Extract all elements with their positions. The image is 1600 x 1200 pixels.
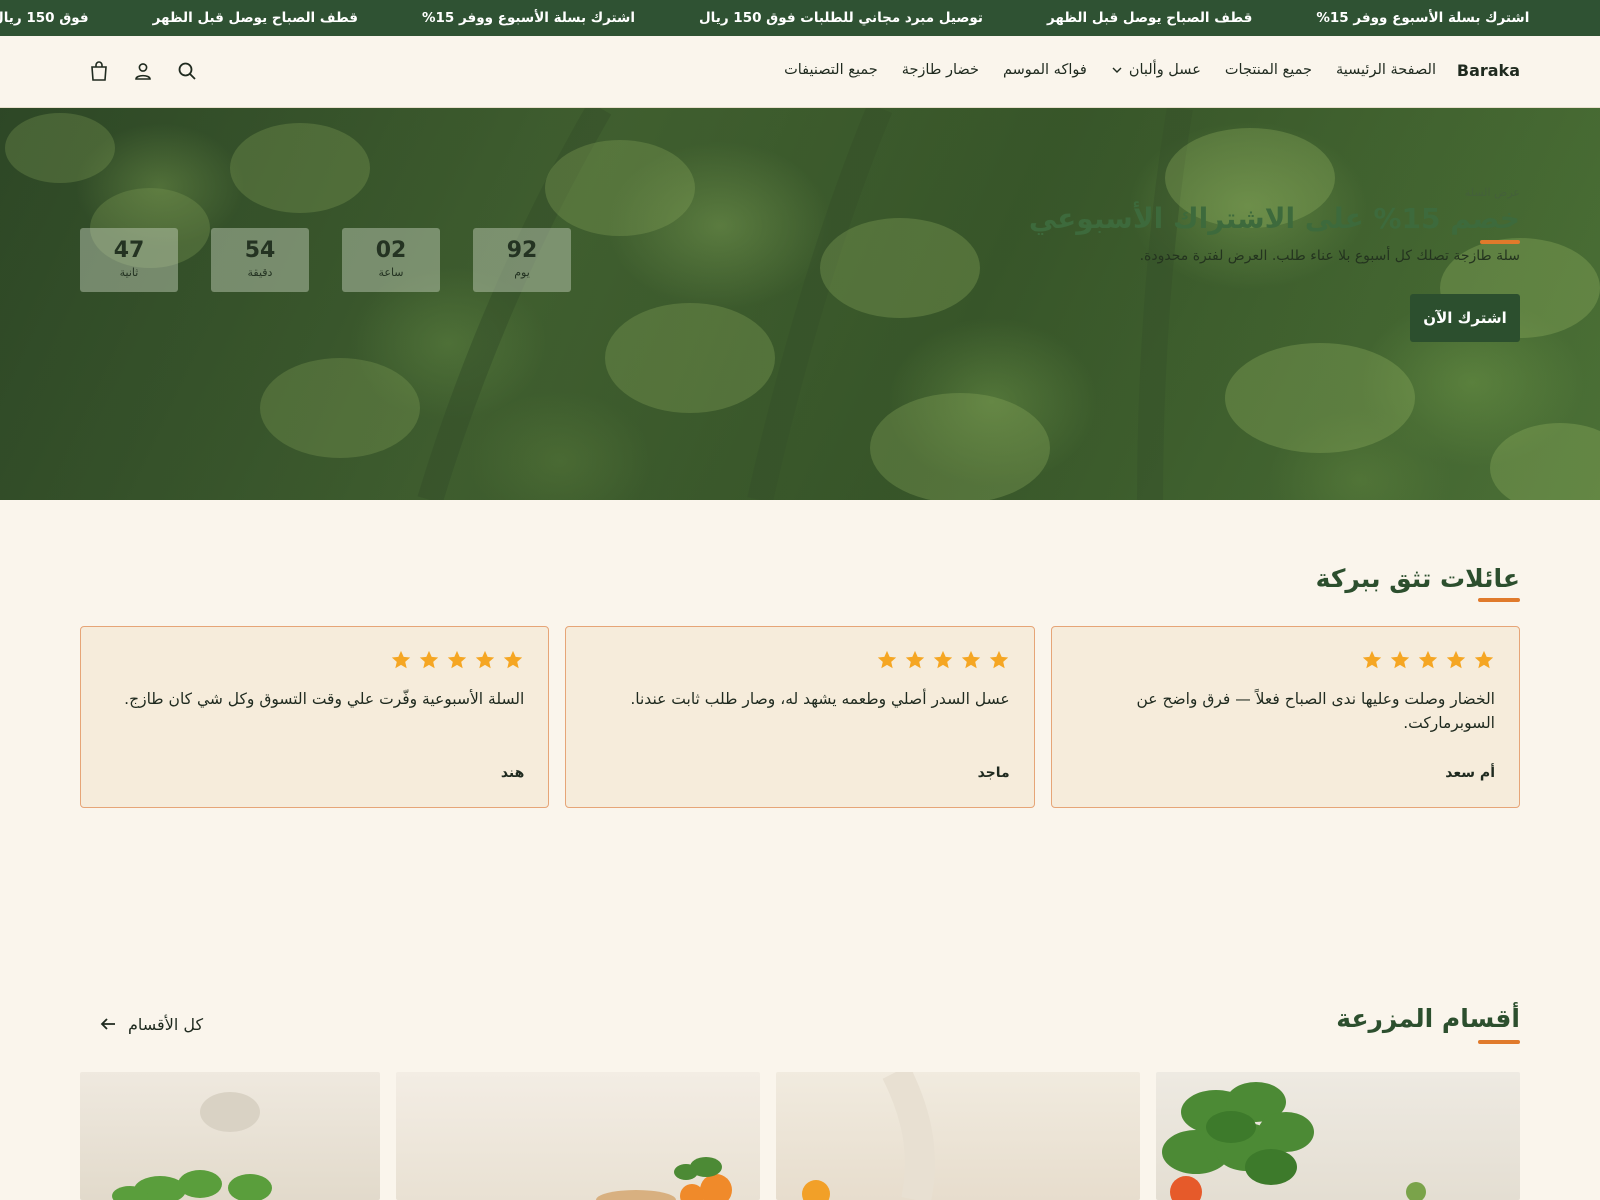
category-image xyxy=(596,1157,732,1200)
testimonial-quote: الخضار وصلت وعليها ندى الصباح فعلاً — فر… xyxy=(1136,690,1495,732)
star-icon xyxy=(420,650,439,669)
announcement-item: اشترك بسلة الأسبوع ووفر 15% xyxy=(421,10,635,26)
testimonials-title-underline xyxy=(1478,598,1520,602)
announcement-item: توصيل مبرد مجاني للطلبات فوق 150 ريال xyxy=(698,10,983,26)
star-rating xyxy=(105,649,524,671)
nav-item-seasonal-fruits[interactable]: فواكه الموسم xyxy=(1003,62,1087,78)
countdown-days: 92 يوم xyxy=(473,228,571,292)
nav-item-label: خضار طازجة xyxy=(901,62,979,78)
category-card[interactable] xyxy=(80,1072,380,1200)
categories-title: أقسام المزرعة xyxy=(1336,1004,1520,1033)
star-icon xyxy=(1474,650,1494,669)
star-icon xyxy=(504,650,523,669)
all-categories-link[interactable]: كل الأقسام xyxy=(98,1014,203,1034)
chevron-down-icon xyxy=(1112,67,1122,73)
hero-subtitle: سلة طازجة تصلك كل أسبوع بلا عناء طلب. ال… xyxy=(1139,248,1520,264)
main-nav: الصفحة الرئيسية جميع المنتجات عسل وألبان… xyxy=(784,62,1436,78)
nav-item-honey-dairy[interactable]: عسل وألبان xyxy=(1111,62,1201,78)
hero-title-underline xyxy=(1480,240,1520,244)
category-card[interactable] xyxy=(776,1072,1140,1200)
star-icon xyxy=(1390,650,1410,669)
star-icon xyxy=(1446,650,1466,669)
countdown-hours: 02 ساعة xyxy=(342,228,440,292)
all-categories-label: كل الأقسام xyxy=(128,1014,204,1034)
nav-item-label: جميع المنتجات xyxy=(1224,62,1312,78)
nav-item-home[interactable]: الصفحة الرئيسية xyxy=(1336,62,1436,78)
nav-item-label: الصفحة الرئيسية xyxy=(1335,62,1436,78)
testimonial-author: ماجد xyxy=(977,765,1010,781)
star-icon xyxy=(448,650,467,669)
category-image xyxy=(802,1072,935,1200)
category-card[interactable] xyxy=(1156,1072,1520,1200)
testimonial-card: الخضار وصلت وعليها ندى الصباح فعلاً — فر… xyxy=(1050,626,1520,808)
announcement-item: قطف الصباح يوصل قبل الظهر xyxy=(152,10,358,26)
nav-item-all-products[interactable]: جميع المنتجات xyxy=(1225,62,1312,78)
brand-logo[interactable]: Baraka xyxy=(1457,61,1520,80)
star-icon xyxy=(1362,650,1382,669)
site-header: Baraka الصفحة الرئيسية جميع المنتجات عسل… xyxy=(0,36,1600,108)
subscribe-now-button[interactable]: اشترك الآن xyxy=(1410,294,1520,342)
categories-title-underline xyxy=(1478,1040,1520,1044)
hero-title: خصم 15% على الاشتراك الأسبوعي xyxy=(1028,202,1520,235)
hero-kicker: عرض السلة xyxy=(1464,186,1520,199)
announcement-item: فوق 150 ريال xyxy=(0,10,89,26)
testimonial-card: عسل السدر أصلي وطعمه يشهد له، وصار طلب ث… xyxy=(565,626,1035,808)
nav-item-fresh-vegetables[interactable]: خضار طازجة xyxy=(902,62,979,78)
category-card[interactable] xyxy=(396,1072,760,1200)
countdown-label: يوم xyxy=(514,266,530,279)
testimonial-author: أم سعد xyxy=(1445,765,1495,781)
countdown-label: ساعة xyxy=(378,266,404,279)
announcement-item: اشترك بسلة الأسبوع ووفر 15% xyxy=(1316,10,1530,26)
star-icon xyxy=(905,650,924,669)
testimonial-card: السلة الأسبوعية وفّرت علي وقت التسوق وكل… xyxy=(80,626,550,808)
testimonials-title: عائلات تثق ببركة xyxy=(1315,564,1520,593)
countdown-value: 02 xyxy=(375,238,407,263)
hero-banner: عرض السلة خصم 15% على الاشتراك الأسبوعي … xyxy=(0,108,1600,500)
testimonials-list: الخضار وصلت وعليها ندى الصباح فعلاً — فر… xyxy=(80,626,1520,808)
countdown-value: 47 xyxy=(113,238,145,263)
countdown-timer: 47 ثانية 54 دقيقة 02 ساعة 92 يوم xyxy=(80,228,571,292)
countdown-seconds: 47 ثانية xyxy=(80,228,178,292)
testimonial-author: هند xyxy=(500,765,525,781)
countdown-value: 92 xyxy=(506,238,538,263)
star-icon xyxy=(961,650,980,669)
testimonial-quote: السلة الأسبوعية وفّرت علي وقت التسوق وكل… xyxy=(124,690,525,708)
star-rating xyxy=(1076,649,1495,671)
countdown-value: 54 xyxy=(244,238,276,263)
star-icon xyxy=(877,650,896,669)
countdown-label: ثانية xyxy=(119,266,139,279)
hero-overlay xyxy=(0,108,1600,500)
testimonial-quote: عسل السدر أصلي وطعمه يشهد له، وصار طلب ث… xyxy=(630,690,1010,708)
countdown-label: دقيقة xyxy=(247,266,273,279)
nav-item-all-categories[interactable]: جميع التصنيفات xyxy=(784,62,878,78)
category-image xyxy=(1162,1082,1426,1200)
header-actions xyxy=(88,60,198,82)
user-icon[interactable] xyxy=(132,60,154,82)
announcement-bar: فوق 150 ريال قطف الصباح يوصل قبل الظهر ا… xyxy=(0,0,1600,36)
nav-item-label: فواكه الموسم xyxy=(1002,62,1087,78)
arrow-left-icon xyxy=(100,1018,115,1030)
countdown-minutes: 54 دقيقة xyxy=(211,228,309,292)
star-icon xyxy=(989,650,1008,669)
shopping-bag-icon[interactable] xyxy=(88,60,110,82)
category-grid xyxy=(80,1072,1520,1200)
search-icon[interactable] xyxy=(176,60,198,82)
star-icon xyxy=(476,650,495,669)
nav-item-label: عسل وألبان xyxy=(1128,62,1201,78)
category-image xyxy=(112,1092,272,1200)
star-rating xyxy=(590,649,1009,671)
star-icon xyxy=(392,650,411,669)
nav-item-label: جميع التصنيفات xyxy=(784,62,878,78)
announcement-item: قطف الصباح يوصل قبل الظهر xyxy=(1046,10,1253,26)
announcement-track: فوق 150 ريال قطف الصباح يوصل قبل الظهر ا… xyxy=(0,0,1561,36)
star-icon xyxy=(933,650,952,669)
star-icon xyxy=(1418,650,1438,669)
